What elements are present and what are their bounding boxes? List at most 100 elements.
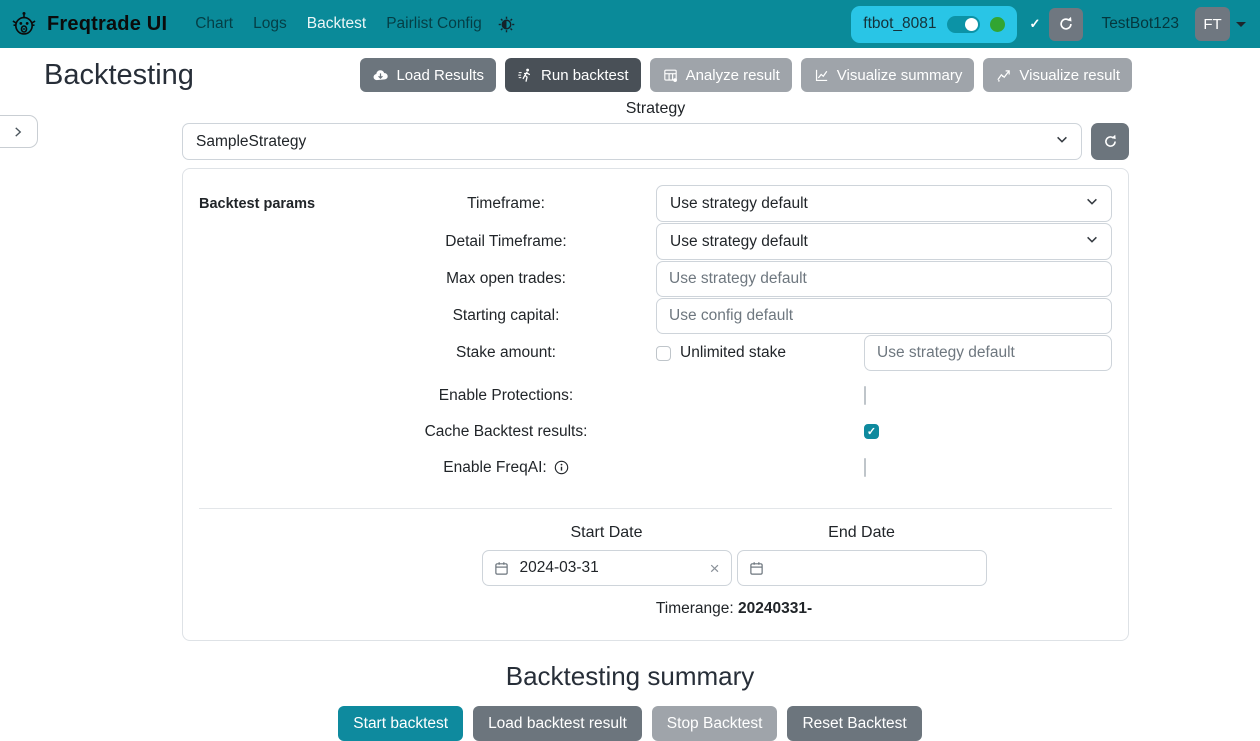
cloud-download-icon <box>372 67 389 84</box>
max-open-trades-label: Max open trades: <box>356 270 656 288</box>
run-backtest-button[interactable]: Run backtest <box>505 58 641 92</box>
user-avatar[interactable]: FT <box>1195 7 1230 41</box>
info-icon[interactable] <box>554 460 569 475</box>
chevron-down-icon <box>1085 232 1099 251</box>
enable-protections-row: Enable Protections: <box>356 378 1112 413</box>
timeframe-select[interactable]: Use strategy default <box>656 185 1112 222</box>
reset-backtest-button[interactable]: Reset Backtest <box>787 706 921 741</box>
stake-amount-input[interactable] <box>864 335 1112 371</box>
start-date-field[interactable]: × <box>482 550 732 586</box>
params-form: Timeframe: Use strategy default Detail T… <box>356 185 1112 486</box>
bot-toggle-switch[interactable] <box>947 16 980 33</box>
refresh-icon <box>1057 15 1075 33</box>
chevron-right-icon <box>12 126 24 138</box>
strategy-label: Strategy <box>182 100 1129 118</box>
bot-name: ftbot_8081 <box>863 15 936 33</box>
detail-timeframe-label: Detail Timeframe: <box>356 233 656 251</box>
timerange-value: 20240331- <box>738 600 812 617</box>
strategy-section: Strategy SampleStrategy <box>182 100 1129 160</box>
visualize-summary-button[interactable]: Visualize summary <box>801 58 975 92</box>
enable-protections-checkbox[interactable] <box>864 386 866 405</box>
strategy-select[interactable]: SampleStrategy <box>182 123 1082 160</box>
chart-line-icon <box>813 67 830 84</box>
visualize-summary-label: Visualize summary <box>837 67 963 84</box>
dates-area: Start Date × <box>356 509 1112 618</box>
cache-results-row: Cache Backtest results: ✓ <box>356 414 1112 449</box>
timerange-display: Timerange: 20240331- <box>356 600 1112 618</box>
enable-freqai-checkbox[interactable] <box>864 458 866 477</box>
enable-freqai-label: Enable FreqAI: <box>443 459 546 477</box>
timeframe-value: Use strategy default <box>670 195 808 213</box>
backtesting-summary-title: Backtesting summary <box>0 661 1260 692</box>
nav-link-pairlist-config[interactable]: Pairlist Config <box>376 0 492 48</box>
run-backtest-label: Run backtest <box>541 67 629 84</box>
bot-selector-badge[interactable]: ftbot_8081 <box>851 6 1016 43</box>
visualize-result-button[interactable]: Visualize result <box>983 58 1132 92</box>
chevron-down-icon <box>1085 194 1099 213</box>
calendar-icon <box>749 561 764 576</box>
summary-buttons: Start backtest Load backtest result Stop… <box>0 706 1260 741</box>
max-open-trades-row: Max open trades: <box>356 261 1112 297</box>
start-date-input[interactable] <box>518 558 701 578</box>
page-header: Backtesting Load Results <box>0 48 1260 94</box>
clear-date-icon[interactable]: × <box>710 560 720 577</box>
reload-bot-button[interactable] <box>1049 8 1083 41</box>
start-date-label: Start Date <box>482 524 732 542</box>
runner-icon <box>517 67 534 84</box>
chevron-down-icon <box>1055 132 1069 151</box>
end-date-input[interactable] <box>773 558 975 578</box>
load-backtest-result-button[interactable]: Load backtest result <box>473 706 642 741</box>
unlimited-stake-checkbox[interactable] <box>656 346 671 361</box>
stop-backtest-button[interactable]: Stop Backtest <box>652 706 778 741</box>
end-date-field[interactable] <box>737 550 987 586</box>
starting-capital-row: Starting capital: <box>356 298 1112 334</box>
bot-online-status-dot <box>990 17 1005 32</box>
load-results-label: Load Results <box>396 67 484 84</box>
header-buttons: Load Results Run backtest <box>360 58 1132 92</box>
panel-legend: Backtest params <box>199 185 356 486</box>
top-navbar: Freqtrade UI Chart Logs Backtest Pairlis… <box>0 0 1260 48</box>
refresh-strategy-list-button[interactable] <box>1091 123 1129 160</box>
stake-amount-label: Stake amount: <box>356 344 656 362</box>
enable-freqai-row: Enable FreqAI: <box>356 450 1112 485</box>
detail-timeframe-select[interactable]: Use strategy default <box>656 223 1112 260</box>
table-icon <box>662 67 679 84</box>
timeframe-label: Timeframe: <box>356 195 656 213</box>
starting-capital-label: Starting capital: <box>356 307 656 325</box>
backtest-params-panel: Backtest params Timeframe: Use strategy … <box>182 168 1129 641</box>
nav-link-logs[interactable]: Logs <box>243 0 297 48</box>
chart-scatter-icon <box>995 67 1012 84</box>
visualize-result-label: Visualize result <box>1019 67 1120 84</box>
sidebar-expand-button[interactable] <box>0 115 38 148</box>
brand-name: Freqtrade UI <box>47 13 167 36</box>
logged-in-username[interactable]: TestBot123 <box>1101 15 1179 33</box>
stake-amount-row: Stake amount: Unlimited stake <box>356 335 1112 371</box>
unlimited-stake-label[interactable]: Unlimited stake <box>680 344 786 362</box>
strategy-selected-value: SampleStrategy <box>196 133 306 151</box>
nav-link-chart[interactable]: Chart <box>185 0 243 48</box>
refresh-icon <box>1102 133 1119 150</box>
analyze-result-label: Analyze result <box>686 67 780 84</box>
enable-protections-label: Enable Protections: <box>356 387 656 405</box>
navbar-right: ftbot_8081 ✓ TestBot123 FT <box>851 6 1246 43</box>
brand[interactable]: Freqtrade UI <box>10 10 167 38</box>
timerange-label: Timerange: <box>656 600 734 617</box>
check-icon: ✓ <box>1030 16 1041 32</box>
freqtrade-robot-logo-icon <box>10 10 38 38</box>
cache-results-checkbox[interactable]: ✓ <box>864 424 879 439</box>
analyze-result-button[interactable]: Analyze result <box>650 58 792 92</box>
nav-link-backtest[interactable]: Backtest <box>297 0 376 48</box>
start-backtest-button[interactable]: Start backtest <box>338 706 463 741</box>
load-results-button[interactable]: Load Results <box>360 58 496 92</box>
calendar-icon <box>494 561 509 576</box>
detail-timeframe-row: Detail Timeframe: Use strategy default <box>356 223 1112 260</box>
max-open-trades-input[interactable] <box>656 261 1112 297</box>
nav-links: Chart Logs Backtest Pairlist Config <box>185 0 515 48</box>
page-title: Backtesting <box>44 59 194 92</box>
end-date-label: End Date <box>737 524 987 542</box>
timeframe-row: Timeframe: Use strategy default <box>356 185 1112 222</box>
detail-timeframe-value: Use strategy default <box>670 233 808 251</box>
theme-toggle-icon[interactable] <box>498 16 515 33</box>
starting-capital-input[interactable] <box>656 298 1112 334</box>
chevron-down-icon[interactable] <box>1236 22 1246 27</box>
